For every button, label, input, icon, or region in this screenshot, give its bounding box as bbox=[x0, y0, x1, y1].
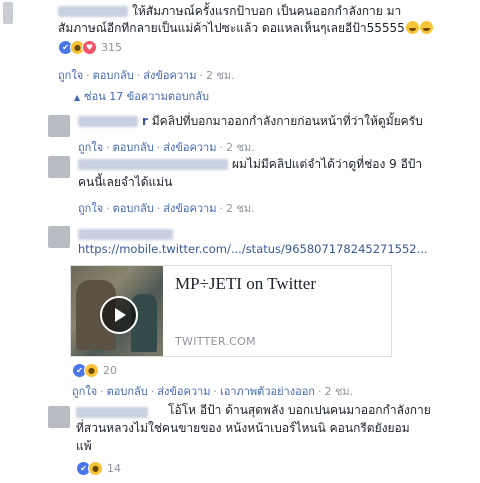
reaction-count: 14 bbox=[107, 462, 121, 475]
reply-actions: ถูกใจ · ตอบกลับ · ส่งข้อความ · 2 ชม. bbox=[78, 202, 255, 215]
reply-text: โอ้โห อีป้า ด้านสุดพลัง บอกเปนคนมาออกกำล… bbox=[168, 403, 431, 417]
collapse-arrow-icon: ▲ bbox=[74, 93, 81, 102]
send-message-link[interactable]: ส่งข้อความ bbox=[163, 202, 216, 215]
like-link[interactable]: ถูกใจ bbox=[78, 141, 103, 154]
comment-text: สัมภาษณ์อีกทีกลายเป็นแม่ค้าไปซะแล้ว ดอแห… bbox=[58, 20, 478, 37]
like-link[interactable]: ถูกใจ bbox=[58, 69, 83, 82]
avatar[interactable] bbox=[48, 226, 70, 248]
comment-actions: ถูกใจ · ตอบกลับ · ส่งข้อความ · 2 ชม. bbox=[58, 69, 235, 82]
commenter-name[interactable] bbox=[78, 159, 228, 170]
send-message-link[interactable]: ส่งข้อความ bbox=[163, 141, 216, 154]
commenter-name-suffix: r bbox=[142, 114, 148, 128]
commenter-name[interactable] bbox=[58, 6, 128, 17]
send-message-link[interactable]: ส่งข้อความ bbox=[143, 69, 196, 82]
commenter-name[interactable] bbox=[76, 402, 152, 421]
timestamp[interactable]: 2 ชม. bbox=[324, 385, 353, 398]
reply-actions: ถูกใจ · ตอบกลับ · ส่งข้อความ · เอาภาพตัวอย่างอ… bbox=[72, 385, 354, 398]
timestamp[interactable]: 2 ชม. bbox=[226, 141, 255, 154]
haha-reaction-icon: ● bbox=[84, 363, 99, 378]
comment-text: ให้สัมภาษณ์ครั้งแรกป้าบอก เป็นคนออกกำลัง… bbox=[58, 3, 478, 20]
hide-replies-label: ซ่อน 17 ข้อความตอบกลับ bbox=[84, 90, 209, 103]
like-link[interactable]: ถูกใจ bbox=[78, 202, 103, 215]
timestamp[interactable]: 2 ชม. bbox=[206, 69, 235, 82]
laughing-emoji-icon bbox=[419, 21, 433, 34]
reply-link[interactable]: ตอบกลับ bbox=[113, 202, 154, 215]
commenter-name[interactable] bbox=[78, 116, 138, 127]
laughing-emoji-icon bbox=[405, 21, 419, 34]
haha-reaction-icon: ● bbox=[88, 461, 103, 476]
reaction-summary[interactable]: ✔ ● ♥ 315 bbox=[58, 40, 122, 55]
send-message-link[interactable]: ส่งข้อความ bbox=[157, 385, 210, 398]
timestamp[interactable]: 2 ชม. bbox=[226, 202, 255, 215]
reply-text: คนนี้เลยจำได้แม่น bbox=[78, 175, 173, 189]
preview-title[interactable]: MP÷JETI on Twitter bbox=[175, 274, 316, 294]
reaction-summary[interactable]: ✔ ● 14 bbox=[76, 461, 121, 476]
reply-text: ที่สวนหลวงไม่ใช่คนขายของ หน้งหน้าเบอร์ไห… bbox=[76, 421, 410, 435]
remove-preview-link[interactable]: เอาภาพตัวอย่างออก bbox=[220, 385, 315, 398]
love-reaction-icon: ♥ bbox=[82, 40, 97, 55]
reply-link[interactable]: ตอบกลับ bbox=[107, 385, 148, 398]
reaction-count: 20 bbox=[103, 364, 117, 377]
reply-actions: ถูกใจ · ตอบกลับ · ส่งข้อความ · 2 ชม. bbox=[78, 141, 255, 154]
link-preview-card[interactable]: MP÷JETI on Twitter TWITTER.COM bbox=[70, 265, 392, 357]
play-icon[interactable] bbox=[100, 296, 138, 334]
preview-domain: TWITTER.COM bbox=[175, 335, 256, 348]
shared-link-url[interactable]: https://mobile.twitter.com/.../status/96… bbox=[78, 242, 428, 256]
reply-text: แพ้ bbox=[76, 439, 92, 453]
reaction-count: 315 bbox=[101, 41, 122, 54]
like-link[interactable]: ถูกใจ bbox=[72, 385, 97, 398]
reply-link[interactable]: ตอบกลับ bbox=[113, 141, 154, 154]
avatar[interactable] bbox=[3, 2, 13, 24]
avatar[interactable] bbox=[48, 406, 70, 428]
reply-link[interactable]: ตอบกลับ bbox=[93, 69, 134, 82]
reaction-summary[interactable]: ✔ ● 20 bbox=[72, 363, 117, 378]
video-thumbnail[interactable] bbox=[71, 266, 163, 356]
avatar[interactable] bbox=[48, 115, 70, 137]
commenter-name[interactable] bbox=[78, 224, 177, 243]
hide-replies-toggle[interactable]: ▲ ซ่อน 17 ข้อความตอบกลับ bbox=[74, 87, 209, 105]
reply-text: ผมไม่มีคลิปแต่จำได้ว่าดูที่ช่อง 9 อีป้า bbox=[78, 156, 478, 173]
avatar[interactable] bbox=[48, 156, 70, 178]
reply-text: r มีคลิปที่บอกมาออกกำลังกายก่อนหน้าที่ว่… bbox=[78, 113, 478, 130]
